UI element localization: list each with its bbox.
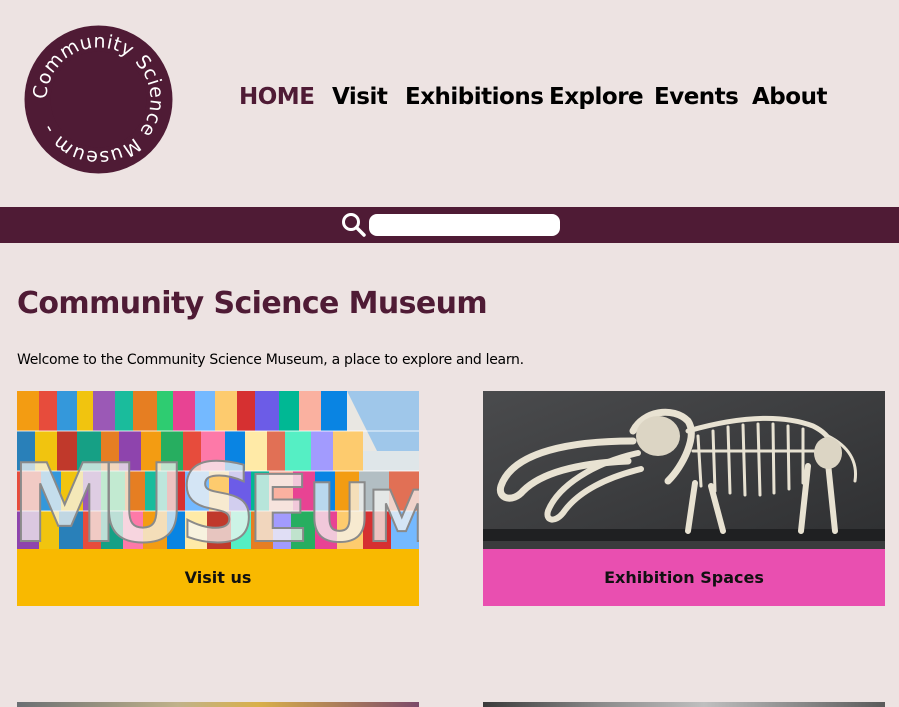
site-header: Community Science Museum - HOME Visit Ex…: [0, 0, 899, 207]
svg-text:U: U: [307, 467, 372, 549]
nav-about[interactable]: About: [752, 84, 827, 110]
svg-text:E: E: [247, 456, 310, 549]
next-card-left[interactable]: [17, 702, 419, 707]
nav-explore[interactable]: Explore: [549, 84, 644, 110]
nav-visit[interactable]: Visit: [332, 84, 388, 110]
museum-sign-image: M U S E U M: [17, 391, 419, 549]
nav-exhibitions[interactable]: Exhibitions: [405, 84, 544, 110]
nav-home[interactable]: HOME: [239, 84, 315, 110]
mammoth-skeleton-image: [483, 391, 885, 549]
page-title: Community Science Museum: [17, 286, 488, 321]
svg-text:M: M: [367, 476, 419, 549]
svg-text:S: S: [179, 442, 257, 549]
intro-text: Welcome to the Community Science Museum,…: [17, 352, 524, 368]
museum-logo[interactable]: Community Science Museum -: [24, 25, 173, 174]
search-icon[interactable]: [341, 212, 367, 238]
svg-text:U: U: [99, 442, 187, 549]
nav-events[interactable]: Events: [654, 84, 739, 110]
visit-us-card[interactable]: M U S E U M Visit us: [17, 391, 419, 606]
museum-logo-badge: Community Science Museum -: [24, 25, 173, 174]
visit-us-label: Visit us: [17, 549, 419, 606]
exhibition-spaces-card[interactable]: Exhibition Spaces: [483, 391, 885, 606]
next-card-right[interactable]: [483, 702, 885, 707]
search-input[interactable]: [369, 214, 560, 236]
exhibition-spaces-label: Exhibition Spaces: [483, 549, 885, 606]
search-bar: [0, 207, 899, 243]
